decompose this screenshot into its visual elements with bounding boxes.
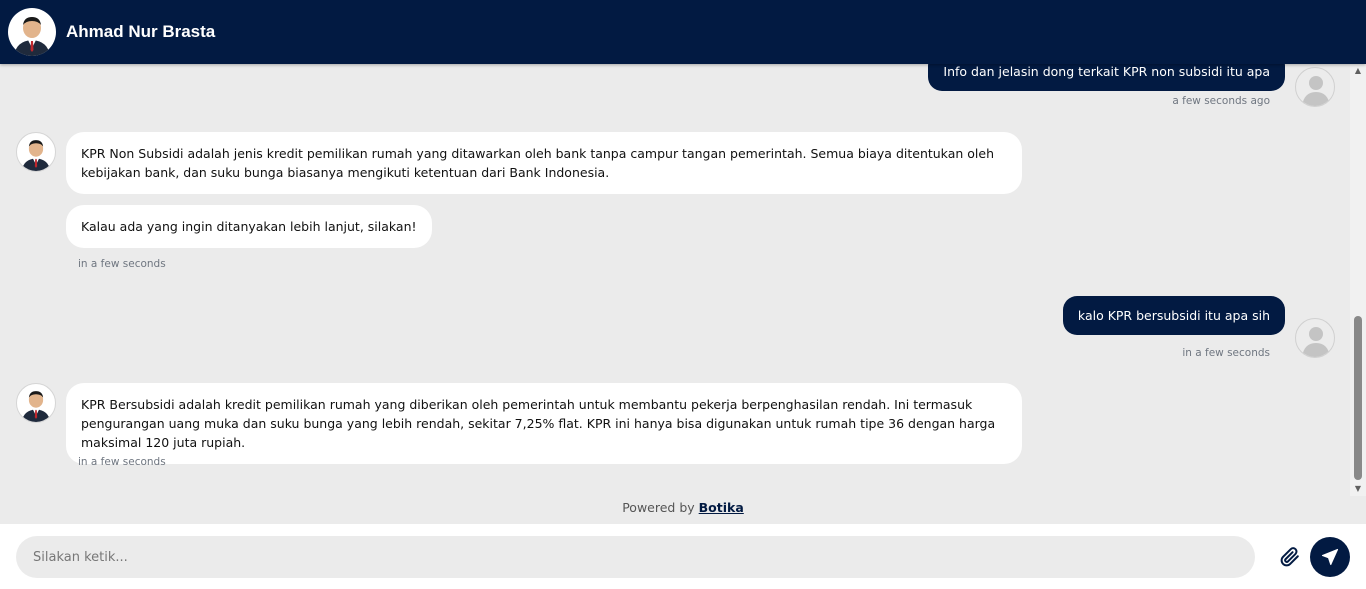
user-message: Info dan jelasin dong terkait KPR non su…: [928, 64, 1285, 91]
user-avatar: [1295, 318, 1335, 358]
message-timestamp: in a few seconds: [78, 258, 166, 270]
bot-avatar: [16, 383, 56, 423]
powered-by: Powered by Botika: [0, 500, 1366, 515]
scroll-up-arrow-icon[interactable]: ▲: [1350, 64, 1366, 78]
bot-avatar: [16, 132, 56, 172]
bot-message: KPR Non Subsidi adalah jenis kredit pemi…: [66, 132, 1022, 194]
attachment-icon[interactable]: [1280, 546, 1300, 568]
powered-by-prefix: Powered by: [622, 500, 695, 515]
send-button[interactable]: [1310, 537, 1350, 577]
scroll-down-arrow-icon[interactable]: ▼: [1350, 482, 1366, 496]
send-icon: [1321, 548, 1339, 566]
message-input[interactable]: [16, 536, 1255, 578]
bot-message: Kalau ada yang ingin ditanyakan lebih la…: [66, 205, 432, 248]
botika-link[interactable]: Botika: [699, 500, 744, 515]
message-timestamp: in a few seconds: [1182, 347, 1270, 359]
scrollbar-thumb[interactable]: [1354, 316, 1362, 480]
bot-message: KPR Bersubsidi adalah kredit pemilikan r…: [66, 383, 1022, 464]
chat-scrollbar[interactable]: ▲ ▼: [1350, 64, 1366, 496]
user-message: kalo KPR bersubsidi itu apa sih: [1062, 296, 1285, 335]
agent-name: Ahmad Nur Brasta: [66, 22, 216, 41]
message-timestamp: in a few seconds: [78, 456, 166, 468]
chat-header: Ahmad Nur Brasta: [0, 0, 1366, 64]
user-avatar: [1295, 67, 1335, 107]
agent-avatar: [8, 8, 56, 56]
message-timestamp: a few seconds ago: [1172, 95, 1270, 107]
chat-messages: Info dan jelasin dong terkait KPR non su…: [0, 64, 1350, 496]
chat-footer: [0, 524, 1366, 589]
